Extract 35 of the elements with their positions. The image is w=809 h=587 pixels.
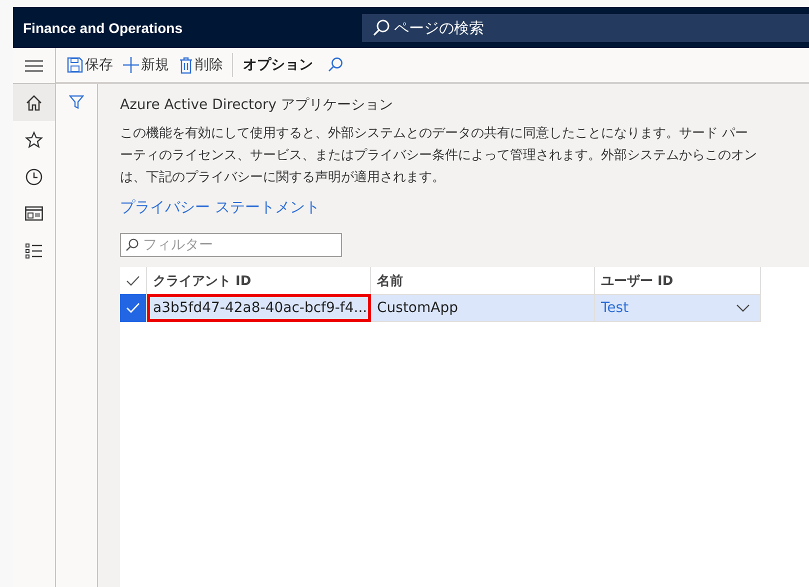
home-nav-button[interactable] [13,84,55,121]
star-icon [25,130,43,148]
description-text: は、下記のプライバシーに関する声明が適用されます。 [120,169,445,187]
table-cell: CustomApp [371,294,595,322]
save-icon [67,57,83,73]
chevron-down-icon [736,304,750,312]
search-icon [125,238,139,252]
home-icon [25,94,43,112]
user-id-dropdown[interactable]: Test [595,294,761,322]
trash-icon [179,56,193,74]
delete-button[interactable]: 削除 [174,50,228,80]
description-text: この機能を有効にして使用すると、外部システムとのデータの共有に同意したことになります。サード パー [120,125,748,143]
table-cell: a3b5fd47-42a8-40ac-bcf9-f4... [147,294,371,322]
plus-icon [123,57,139,73]
filter-box[interactable]: フィルター [120,233,342,257]
save-button[interactable]: 保存 [62,50,118,80]
description-text: ーティのライセンス、サービス、またはプライバシー条件によって管理されます。外部システムからこのオン [120,147,757,165]
checkmark-icon[interactable] [126,274,140,286]
app-title: Finance and Operations [23,20,184,36]
filter-icon[interactable] [69,95,84,109]
checkmark-icon [126,302,140,314]
options-tab[interactable]: オプション [237,50,319,80]
search-icon [327,57,343,73]
clock-icon [25,168,43,186]
privacy-link[interactable]: プライバシー ステートメント [120,198,320,217]
row-checkbox[interactable] [120,294,147,322]
page-title: Azure Active Directory アプリケーション [120,96,394,114]
new-button[interactable]: 新規 [118,50,174,80]
page-search-field[interactable]: ページの検索 [392,18,596,38]
list-icon [25,242,43,260]
workspace-icon [25,206,43,222]
filter-field[interactable]: フィルター [141,236,335,254]
search-icon [372,18,390,36]
menu-icon [25,60,43,72]
search-bar[interactable]: ページの検索 [362,14,809,42]
